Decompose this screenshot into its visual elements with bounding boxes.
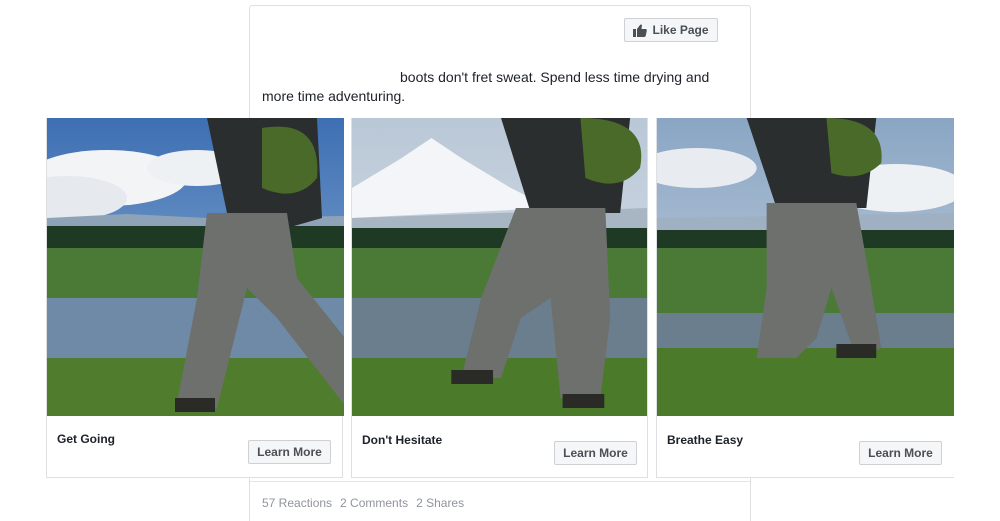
learn-more-button[interactable]: Learn More: [554, 441, 637, 465]
carousel: Get Going Learn More Don't Hesitate Lear…: [46, 118, 954, 478]
hiker-photo[interactable]: [657, 118, 954, 416]
card-title: Breathe Easy: [667, 433, 744, 447]
post-message-line: boots don't fret sweat. Spend less time …: [400, 69, 710, 85]
hiker-photo[interactable]: [352, 118, 647, 416]
card-title: Don't Hesitate: [362, 433, 443, 447]
learn-more-button[interactable]: Learn More: [248, 440, 331, 464]
reactions-count[interactable]: 57 Reactions: [262, 496, 332, 510]
shares-count[interactable]: 2 Shares: [416, 496, 464, 510]
carousel-card[interactable]: Get Going Learn More: [46, 118, 344, 478]
thumbs-up-icon: [633, 24, 648, 37]
carousel-card[interactable]: Breathe Easy Learn More: [656, 118, 954, 478]
card-title: Get Going: [57, 432, 115, 446]
carousel-card[interactable]: Don't Hesitate Learn More: [351, 118, 648, 478]
post-message: boots don't fret sweat. Spend less time …: [262, 68, 732, 106]
stats-divider: [250, 481, 750, 482]
like-page-button[interactable]: Like Page: [624, 18, 718, 42]
hiker-photo[interactable]: [47, 118, 344, 416]
comments-count[interactable]: 2 Comments: [340, 496, 408, 510]
like-page-label: Like Page: [652, 23, 709, 37]
learn-more-button[interactable]: Learn More: [859, 441, 942, 465]
post-stats: 57 Reactions 2 Comments 2 Shares: [262, 496, 464, 510]
post-message-line: more time adventuring.: [262, 88, 406, 104]
